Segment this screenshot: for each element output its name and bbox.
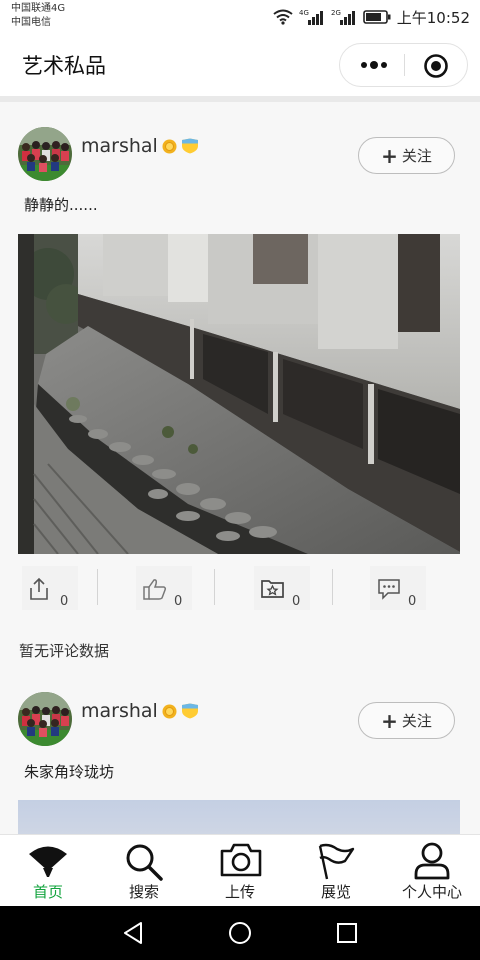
signal-icon-sim1: 4G	[299, 9, 323, 25]
tab-upload[interactable]: 上传	[192, 835, 288, 907]
close-target-icon[interactable]	[423, 53, 449, 79]
page-title: 艺术私品	[22, 54, 106, 78]
tab-label: 展览	[320, 883, 351, 901]
folder-star-icon	[261, 580, 284, 598]
title-bar: 艺术私品	[0, 34, 480, 96]
avatar-image	[18, 692, 72, 746]
carrier-label-1: 中国联通4G	[11, 3, 66, 14]
status-bar: 中国联通4G 中国电信 4G 2G 上午10:52	[0, 0, 480, 34]
signal-icon-sim2: 2G	[331, 9, 355, 25]
avatar[interactable]	[18, 127, 72, 181]
wifi-icon	[273, 9, 293, 25]
carrier-label-2: 中国电信	[11, 17, 51, 28]
action-divider	[97, 569, 98, 605]
post-photo-image	[18, 234, 460, 554]
tab-exhibition[interactable]: 展览	[288, 835, 384, 907]
post-text: 静静的......	[24, 196, 98, 214]
follow-label: 关注	[401, 712, 432, 730]
post-photo[interactable]	[18, 800, 460, 834]
camera-icon	[220, 843, 262, 877]
username[interactable]: marshal	[81, 135, 158, 157]
tab-label: 搜索	[128, 883, 159, 901]
gold-badge-icon	[162, 139, 177, 154]
tab-search[interactable]: 搜索	[96, 835, 192, 907]
system-nav-bar	[0, 906, 480, 960]
share-button[interactable]: 0	[22, 566, 78, 610]
gold-badge-icon	[162, 704, 177, 719]
plus-icon: +	[381, 708, 398, 733]
plus-icon: +	[381, 143, 398, 168]
tab-bar: 首页 搜索 上传 展览 个人中心	[0, 834, 480, 906]
search-icon	[126, 844, 163, 881]
miniprogram-capsule	[339, 43, 468, 87]
signal-1-tag: 4G	[299, 9, 309, 17]
feed[interactable]: marshal + 关注 静静的...... 0 0 0 0 暂无评论数据 ma…	[0, 102, 480, 834]
recent-apps-icon[interactable]	[336, 922, 358, 944]
tab-profile[interactable]: 个人中心	[384, 835, 480, 907]
follow-button[interactable]: + 关注	[358, 137, 455, 174]
share-count: 0	[60, 594, 69, 609]
share-icon	[30, 577, 48, 600]
clock: 上午10:52	[396, 8, 470, 27]
status-icons: 4G 2G 上午10:52	[273, 7, 470, 27]
comment-button[interactable]: 0	[370, 566, 426, 610]
post-photo[interactable]	[18, 234, 460, 554]
action-divider	[332, 569, 333, 605]
avatar-image	[18, 127, 72, 181]
signal-2-tag: 2G	[331, 9, 341, 17]
tab-label: 个人中心	[401, 883, 462, 901]
tab-label: 上传	[224, 883, 255, 901]
back-icon[interactable]	[121, 921, 145, 945]
thumbs-up-icon	[143, 579, 167, 600]
home-icon[interactable]	[228, 921, 252, 945]
comment-icon	[378, 579, 400, 600]
like-button[interactable]: 0	[136, 566, 192, 610]
user-icon	[414, 842, 450, 880]
post-text: 朱家角玲珑坊	[24, 763, 115, 781]
tab-home[interactable]: 首页	[0, 835, 96, 907]
avatar[interactable]	[18, 692, 72, 746]
battery-icon	[362, 10, 391, 24]
post-actions: 0 0 0 0	[0, 564, 480, 616]
flag-icon	[318, 843, 355, 880]
follow-button[interactable]: + 关注	[358, 702, 455, 739]
verified-shield-icon	[182, 138, 198, 154]
no-comments-text: 暂无评论数据	[19, 642, 110, 660]
tab-label: 首页	[32, 883, 63, 901]
verified-shield-icon	[182, 703, 198, 719]
like-count: 0	[174, 594, 183, 609]
favorite-count: 0	[292, 594, 301, 609]
username[interactable]: marshal	[81, 700, 158, 722]
comment-count: 0	[408, 594, 417, 609]
favorite-button[interactable]: 0	[254, 566, 310, 610]
action-divider	[214, 569, 215, 605]
home-fan-icon	[29, 846, 67, 877]
follow-label: 关注	[401, 147, 432, 165]
more-icon[interactable]	[358, 57, 390, 73]
capsule-divider	[404, 54, 405, 76]
